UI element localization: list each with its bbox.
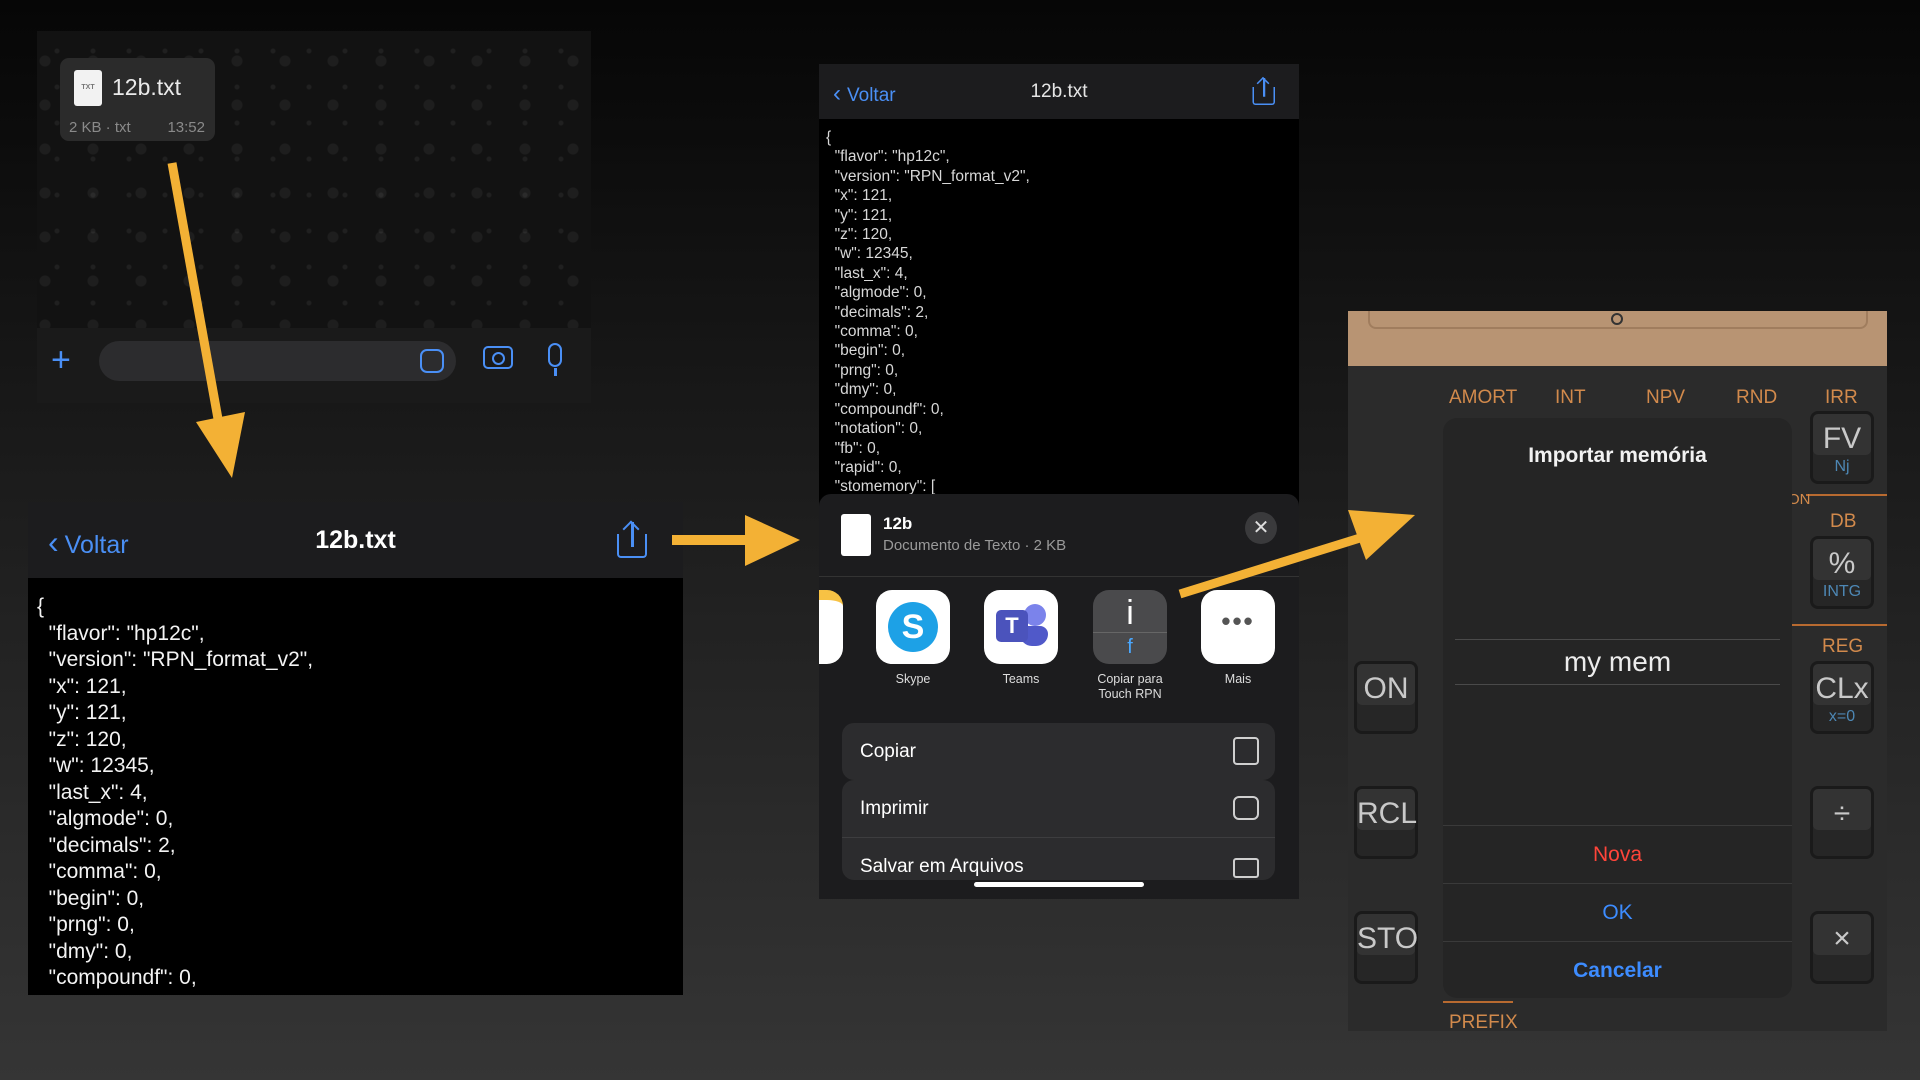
flow-arrows (167, 162, 1415, 599)
arrow-up-right (1178, 510, 1415, 599)
arrow-down (167, 162, 245, 478)
arrow-right (672, 515, 800, 566)
